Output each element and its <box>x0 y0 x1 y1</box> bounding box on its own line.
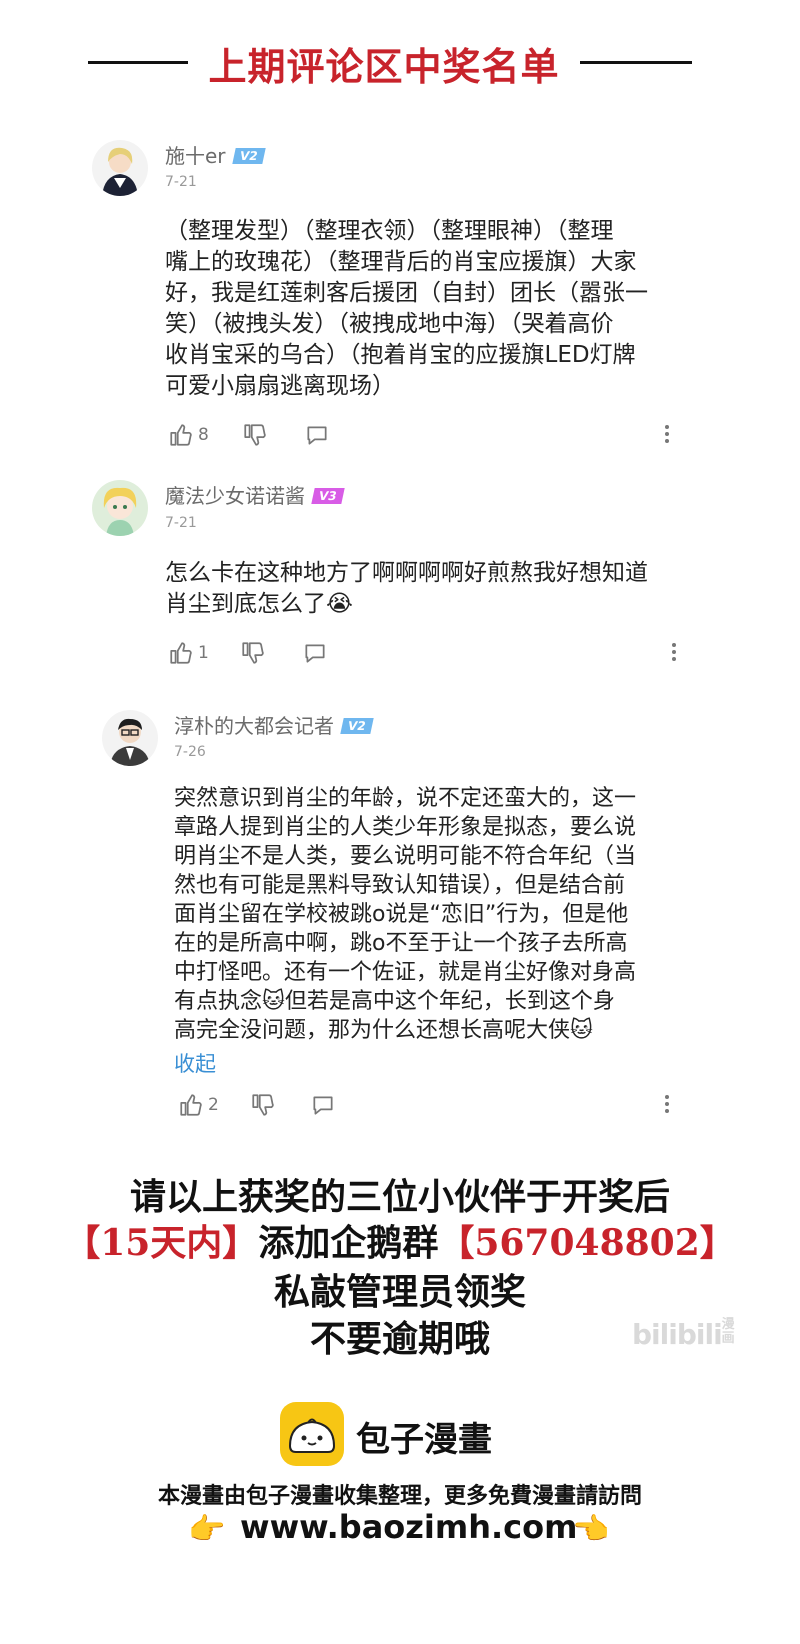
comment-text: （整理发型）（整理衣领）（整理眼神）（整理 嘴上的玫瑰花）（整理背后的肖宝应援旗… <box>165 216 648 402</box>
comment-line: 面肖尘留在学校被跳o说是“恋旧”行为，但是他 <box>174 902 629 927</box>
notice-deadline: 【15天内】 <box>64 1222 259 1264</box>
footer-note: 本漫畫由包子漫畫收集整理，更多免費漫畫請訪問 <box>157 1484 642 1509</box>
like-count: 2 <box>208 1095 219 1115</box>
notice-line: 请以上获奖的三位小伙伴于开奖后 <box>129 1176 670 1218</box>
site-url-link[interactable]: www.baozimh.com <box>240 1508 577 1546</box>
notice-line: 私敲管理员领奖 <box>273 1271 526 1313</box>
comment-line: 笑）（被拽头发）（被拽成地中海）（哭着高价 <box>165 311 614 337</box>
comment-bubble-icon <box>313 1096 333 1115</box>
notice-line-group: 【15天内】添加企鹅群【567048802】 <box>0 1214 800 1266</box>
like-count: 1 <box>198 643 209 663</box>
comment-line: 可爱小扇扇逃离现场） <box>165 373 395 399</box>
more-options-button[interactable] <box>664 422 670 446</box>
qq-group-number: 【567048802】 <box>438 1222 736 1264</box>
comment-line: 好，我是红莲刺客后援团（自封）团长（嚣张一 <box>165 280 648 306</box>
watermark-tag: 漫画 <box>721 1317 735 1346</box>
avatar[interactable] <box>102 710 158 766</box>
comment-username[interactable]: 淳朴的大都会记者 V2 <box>174 710 374 739</box>
brand-block: 包子漫畫 <box>280 1402 520 1466</box>
like-button[interactable]: 8 <box>168 422 209 448</box>
page-header: 上期评论区中奖名单 <box>0 36 800 89</box>
footer-url-row: 👉 www.baozimh.com 👈 <box>0 1508 800 1556</box>
more-dot-icon <box>672 643 676 647</box>
comment-actions: 2 <box>178 1092 698 1120</box>
more-options-button[interactable] <box>671 640 677 664</box>
thumbs-down-icon <box>244 424 266 446</box>
username-text[interactable]: 淳朴的大都会记者 <box>174 714 334 738</box>
more-dot-icon <box>665 1102 669 1106</box>
like-button[interactable]: 1 <box>168 640 209 666</box>
reply-button[interactable] <box>304 422 330 448</box>
comment-line: 嘴上的玫瑰花）（整理背后的肖宝应援旗）大家 <box>165 249 637 275</box>
comment-line: 肖尘到底怎么了😭 <box>165 591 353 617</box>
dislike-button[interactable] <box>240 640 266 666</box>
comment-line: 收肖宝采的乌合）（抱着肖宝的应援旗LED灯牌 <box>165 342 636 368</box>
page-title: 上期评论区中奖名单 <box>208 44 560 89</box>
header-divider-left <box>88 61 188 64</box>
more-dot-icon <box>672 650 676 654</box>
reply-button[interactable] <box>302 640 328 666</box>
comment-username[interactable]: 魔法少女诺诺酱 V3 <box>165 480 345 509</box>
avatar[interactable] <box>92 480 148 536</box>
more-dot-icon <box>665 432 669 436</box>
level-badge: V2 <box>340 718 374 734</box>
comment-actions: 8 <box>168 422 688 450</box>
dislike-button[interactable] <box>242 422 268 448</box>
comment-line: 怎么卡在这种地方了啊啊啊啊好煎熬我好想知道 <box>165 560 648 586</box>
pointing-left-hand-icon: 👈 <box>572 1512 610 1547</box>
notice-action: 添加企鹅群 <box>258 1222 439 1264</box>
thumbs-up-icon <box>180 1094 202 1116</box>
comment-line: 明肖尘不是人类，要么说明可能不符合年纪（当 <box>174 844 637 869</box>
thumbs-down-icon <box>252 1094 274 1116</box>
pointing-right-hand-icon: 👉 <box>188 1512 226 1547</box>
comment-line: 中打怪吧。还有一个佐证，就是肖尘好像对身高 <box>174 960 637 985</box>
collapse-link[interactable]: 收起 <box>174 1048 216 1078</box>
comment-bubble-icon <box>305 644 325 663</box>
comment-date: 7-21 <box>165 515 197 531</box>
comment-date: 7-26 <box>174 744 206 760</box>
more-dot-icon <box>665 425 669 429</box>
more-dot-icon <box>665 439 669 443</box>
comment-line: 有点执念🐱但若是高中这个年纪，长到这个身 <box>174 989 615 1014</box>
watermark-text: bilibili <box>632 1318 723 1351</box>
comment-line: （整理发型）（整理衣领）（整理眼神）（整理 <box>165 218 614 244</box>
thumbs-up-icon <box>170 424 192 446</box>
like-button[interactable]: 2 <box>178 1092 219 1118</box>
username-text[interactable]: 施十er <box>165 144 226 168</box>
like-count: 8 <box>198 425 209 445</box>
more-dot-icon <box>665 1095 669 1099</box>
comment-text: 怎么卡在这种地方了啊啊啊啊好煎熬我好想知道 肖尘到底怎么了😭 <box>165 558 648 620</box>
avatar[interactable] <box>92 140 148 196</box>
more-dot-icon <box>672 657 676 661</box>
baozi-logo-icon <box>280 1402 344 1466</box>
level-badge: V2 <box>231 148 265 164</box>
thumbs-down-icon <box>242 642 264 664</box>
header-divider-right <box>580 61 692 64</box>
level-badge: V3 <box>311 488 345 504</box>
reply-button[interactable] <box>310 1092 336 1118</box>
comment-date: 7-21 <box>165 174 197 190</box>
comment-line: 突然意识到肖尘的年龄，说不定还蛮大的，这一 <box>174 786 637 811</box>
comment-username[interactable]: 施十er V2 <box>165 140 265 169</box>
comment-line: 然也有可能是黑料导致认知错误），但是结合前 <box>174 873 626 898</box>
comment-line: 高完全没问题，那为什么还想长高呢大侠🐱 <box>174 1018 593 1043</box>
comment-actions: 1 <box>168 640 688 668</box>
comment-text: 突然意识到肖尘的年龄，说不定还蛮大的，这一 章路人提到肖尘的人类少年形象是拟态，… <box>174 784 636 1045</box>
more-dot-icon <box>665 1109 669 1113</box>
bilibili-watermark: bilibili漫画 <box>632 1317 738 1352</box>
brand-name: 包子漫畫 <box>356 1420 492 1460</box>
comment-bubble-icon <box>307 426 327 445</box>
comment-line: 在的是所高中啊，跳o不至于让一个孩子去所高 <box>174 931 628 956</box>
comment-line: 章路人提到肖尘的人类少年形象是拟态，要么说 <box>174 815 637 840</box>
thumbs-up-icon <box>170 642 192 664</box>
dislike-button[interactable] <box>250 1092 276 1118</box>
username-text[interactable]: 魔法少女诺诺酱 <box>165 484 305 508</box>
more-options-button[interactable] <box>664 1092 670 1116</box>
